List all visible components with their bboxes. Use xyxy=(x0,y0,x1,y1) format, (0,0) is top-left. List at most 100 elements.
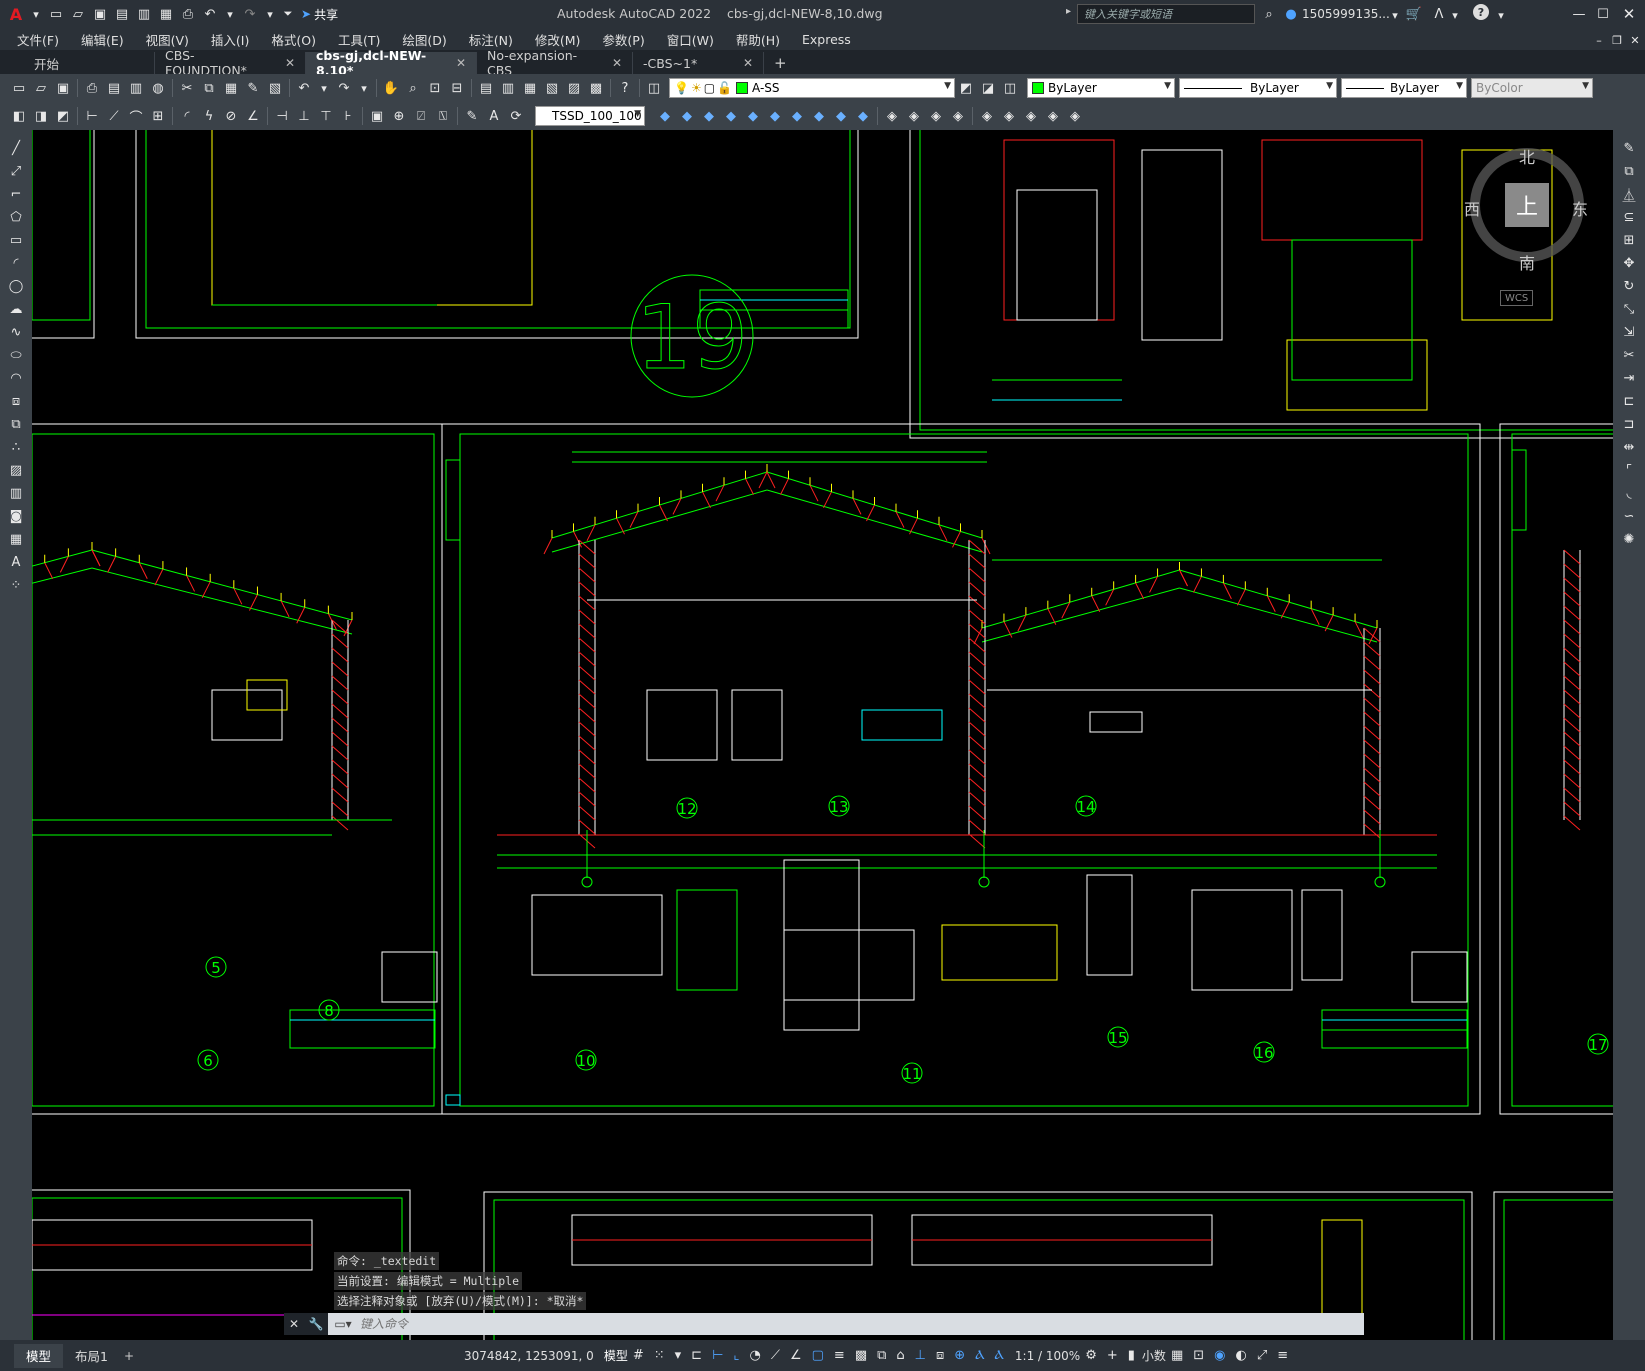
diameter-dim-icon[interactable]: ⊘ xyxy=(221,106,241,126)
close-command-line-icon[interactable]: ✕ xyxy=(284,1313,304,1335)
polyline-icon[interactable]: ⌐ xyxy=(6,184,26,204)
3d-dwf-icon[interactable]: ◍ xyxy=(148,78,168,98)
search-icon[interactable]: ⌕ xyxy=(1259,4,1279,24)
help-icon[interactable]: ? xyxy=(615,78,635,98)
array-icon[interactable]: ⊞ xyxy=(1619,230,1639,250)
tssd-tool-3-icon[interactable]: ◩ xyxy=(53,106,73,126)
menu-express[interactable]: Express xyxy=(791,32,862,47)
solid-tool-1-icon[interactable]: ◈ xyxy=(882,106,902,126)
redo-icon[interactable]: ↷ xyxy=(334,78,354,98)
circle-icon[interactable]: ◯ xyxy=(6,276,26,296)
customization-menu-icon[interactable]: ≡ xyxy=(1277,1348,1288,1363)
gizmo-icon[interactable]: ⊕ xyxy=(954,1348,965,1363)
tab-start[interactable]: 开始 xyxy=(24,52,155,74)
doc-minimize-icon[interactable]: – xyxy=(1591,30,1607,50)
stretch-icon[interactable]: ⇲ xyxy=(1619,322,1639,342)
join-icon[interactable]: ⇹ xyxy=(1619,437,1639,457)
ortho-icon[interactable]: ⌞ xyxy=(733,1348,739,1363)
menu-insert[interactable]: 插入(I) xyxy=(200,30,260,49)
save-icon[interactable]: ▣ xyxy=(53,78,73,98)
trim-icon[interactable]: ✂ xyxy=(1619,345,1639,365)
solid-tool-6-icon[interactable]: ◈ xyxy=(999,106,1019,126)
shade-tool-1-icon[interactable]: ◆ xyxy=(655,106,675,126)
layer-state-icon[interactable]: ◫ xyxy=(1000,78,1020,98)
plot-icon[interactable]: ⎙ xyxy=(82,78,102,98)
line-icon[interactable]: ╱ xyxy=(6,138,26,158)
baseline-dim-icon[interactable]: ⊥ xyxy=(294,106,314,126)
insert-block-icon[interactable]: ⧈ xyxy=(6,391,26,411)
solid-tool-8-icon[interactable]: ◈ xyxy=(1043,106,1063,126)
shade-tool-5-icon[interactable]: ◆ xyxy=(743,106,763,126)
user-icon[interactable]: ● xyxy=(1281,4,1301,24)
model-space-toggle[interactable]: 模型 xyxy=(604,1347,628,1364)
dynamic-input-icon[interactable]: ⊢ xyxy=(712,1348,723,1363)
make-current-layer-icon[interactable]: ◩ xyxy=(956,78,976,98)
continue-dim-icon[interactable]: ⊤ xyxy=(316,106,336,126)
app-logo-icon[interactable]: A xyxy=(6,4,26,24)
blend-curves-icon[interactable]: ∽ xyxy=(1619,506,1639,526)
redo-dropdown-icon[interactable]: ▾ xyxy=(262,4,278,24)
polygon-icon[interactable]: ⬠ xyxy=(6,207,26,227)
plotstyle-combo[interactable]: ByColor ▼ xyxy=(1471,78,1593,98)
tab-close-icon[interactable]: ✕ xyxy=(285,56,295,70)
clean-screen-icon[interactable]: ⤢ xyxy=(1257,1348,1267,1363)
menu-parametric[interactable]: 参数(P) xyxy=(591,30,655,49)
new-icon[interactable]: ▭ xyxy=(9,78,29,98)
3d-osnap-icon[interactable]: ⌂ xyxy=(896,1348,904,1363)
close-icon[interactable]: ✕ xyxy=(1619,4,1639,24)
ellipse-arc-icon[interactable]: ◠ xyxy=(6,368,26,388)
menu-help[interactable]: 帮助(H) xyxy=(725,30,791,49)
menu-window[interactable]: 窗口(W) xyxy=(656,30,725,49)
menu-file[interactable]: 文件(F) xyxy=(6,30,70,49)
lock-ui-icon[interactable]: ⊡ xyxy=(1193,1348,1204,1363)
layer-on-icon[interactable]: 💡 xyxy=(674,81,689,95)
tab-close-icon[interactable]: ✕ xyxy=(456,56,466,70)
undo-icon[interactable]: ↶ xyxy=(294,78,314,98)
tab-close-icon[interactable]: ✕ xyxy=(612,56,622,70)
chamfer-icon[interactable]: ⌜ xyxy=(1619,460,1639,480)
radius-dim-icon[interactable]: ◜ xyxy=(177,106,197,126)
rotate-icon[interactable]: ↻ xyxy=(1619,276,1639,296)
lineweight-combo[interactable]: ByLayer ▼ xyxy=(1341,78,1467,98)
break-at-point-icon[interactable]: ⊏ xyxy=(1619,391,1639,411)
layer-combo[interactable]: 💡 ☀ ▢ 🔓 A-SS ▼ xyxy=(669,78,955,98)
zoom-realtime-icon[interactable]: ⌕ xyxy=(403,78,423,98)
region-icon[interactable]: ◙ xyxy=(6,506,26,526)
solid-tool-4-icon[interactable]: ◈ xyxy=(948,106,968,126)
match-properties-icon[interactable]: ✎ xyxy=(243,78,263,98)
properties-icon[interactable]: ▤ xyxy=(476,78,496,98)
scale-icon[interactable]: ⤡ xyxy=(1619,299,1639,319)
angular-dim-icon[interactable]: ∠ xyxy=(243,106,263,126)
inspect-icon[interactable]: ⍁ xyxy=(411,106,431,126)
user-dropdown-icon[interactable]: ▾ xyxy=(1387,5,1403,25)
tool-palettes-icon[interactable]: ▦ xyxy=(520,78,540,98)
help-icon[interactable]: ? xyxy=(1473,4,1489,20)
tssd-tool-1-icon[interactable]: ◧ xyxy=(9,106,29,126)
help-search-input[interactable]: 键入关键字或短语 xyxy=(1077,4,1255,24)
fillet-icon[interactable]: ◟ xyxy=(1619,483,1639,503)
menu-draw[interactable]: 绘图(D) xyxy=(391,30,457,49)
recent-commands-icon[interactable]: ▭▾ xyxy=(328,1317,358,1331)
app-menu-chevron-icon[interactable]: ▾ xyxy=(28,4,44,24)
redo-icon[interactable]: ↷ xyxy=(240,4,260,24)
hardware-acceleration-icon[interactable]: ◐ xyxy=(1235,1348,1246,1363)
undo-dropdown-icon[interactable]: ▾ xyxy=(316,78,332,98)
dim-edit-icon[interactable]: ✎ xyxy=(462,106,482,126)
share-button[interactable]: ➤ 共享 xyxy=(301,6,338,23)
shade-tool-7-icon[interactable]: ◆ xyxy=(787,106,807,126)
color-combo[interactable]: ByLayer ▼ xyxy=(1027,78,1175,98)
point-icon[interactable]: ∴ xyxy=(6,437,26,457)
extend-icon[interactable]: ⇥ xyxy=(1619,368,1639,388)
open-file-icon[interactable]: ▱ xyxy=(68,4,88,24)
undo-dropdown-icon[interactable]: ▾ xyxy=(222,4,238,24)
drawing-svg[interactable]: 19 12 13 14 5 6 8 10 11 15 16 17 xyxy=(32,130,1613,1340)
annotation-visibility-icon[interactable]: Ⲁ xyxy=(975,1348,984,1363)
annotation-monitor-icon[interactable]: + xyxy=(1107,1348,1118,1363)
dynamic-ucs-icon[interactable]: ⊥ xyxy=(915,1348,926,1363)
viewcube-east[interactable]: 东 xyxy=(1572,196,1588,220)
plot-preview-icon[interactable]: ▤ xyxy=(104,78,124,98)
linear-dim-icon[interactable]: ⊢ xyxy=(82,106,102,126)
dim-space-icon[interactable]: ⊦ xyxy=(338,106,358,126)
menu-view[interactable]: 视图(V) xyxy=(135,30,200,49)
tab-close-icon[interactable]: ✕ xyxy=(743,56,753,70)
